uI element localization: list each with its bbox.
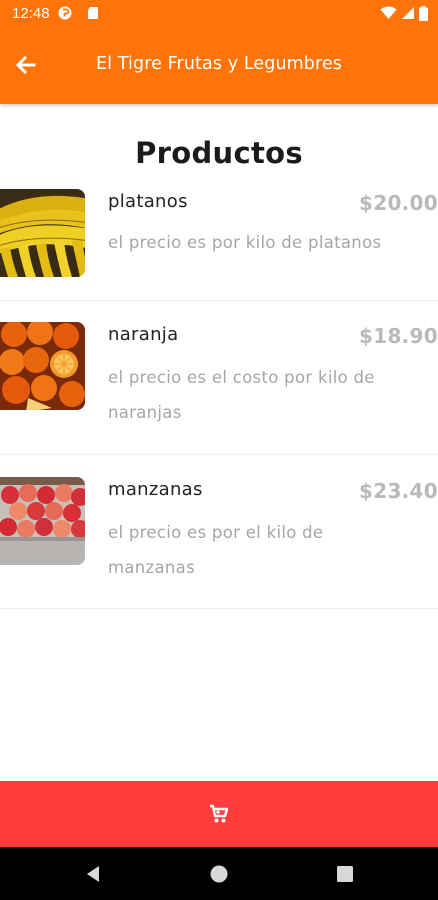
cart-icon — [210, 804, 229, 823]
app-title: El Tigre Frutas y Legumbres — [96, 54, 342, 74]
status-time: 12:48 — [12, 5, 50, 22]
product-name: manzanas — [108, 479, 203, 500]
product-description: el precio es el costo por kilo de naranj… — [108, 368, 375, 422]
recents-square-icon[interactable] — [334, 863, 356, 885]
home-circle-icon[interactable] — [208, 863, 230, 885]
sd-card-icon — [88, 7, 98, 19]
product-image-oranges — [0, 322, 85, 410]
page-title: Productos — [135, 136, 303, 170]
system-nav-bar — [0, 847, 438, 900]
screen: 12:48 El Tigre Frutas y Legumbres Produc… — [0, 0, 438, 900]
status-icons — [380, 5, 428, 21]
settings-notification-icon — [58, 6, 72, 20]
product-price: $20.00 — [359, 191, 438, 215]
battery-icon — [419, 5, 428, 21]
product-item[interactable]: naranja $18.90 el precio es el costo por… — [0, 322, 438, 455]
wifi-icon — [380, 6, 397, 19]
app-bar: El Tigre Frutas y Legumbres — [0, 28, 438, 104]
product-image-apples — [0, 477, 85, 565]
product-description: el precio es por el kilo de manzanas — [108, 523, 324, 577]
product-description: el precio es por kilo de platanos — [108, 233, 382, 252]
product-item[interactable]: manzanas $23.40 el precio es por el kilo… — [0, 477, 438, 609]
status-bar: 12:48 — [0, 0, 438, 28]
signal-icon — [402, 7, 414, 19]
product-name: platanos — [108, 191, 188, 212]
back-triangle-icon[interactable] — [82, 863, 104, 885]
product-name: naranja — [108, 324, 179, 345]
product-price: $23.40 — [359, 479, 438, 503]
product-image-bananas — [0, 189, 85, 277]
product-item[interactable]: platanos $20.00 el precio es por kilo de… — [0, 189, 438, 301]
cart-button[interactable] — [0, 781, 438, 847]
product-price: $18.90 — [359, 324, 438, 348]
